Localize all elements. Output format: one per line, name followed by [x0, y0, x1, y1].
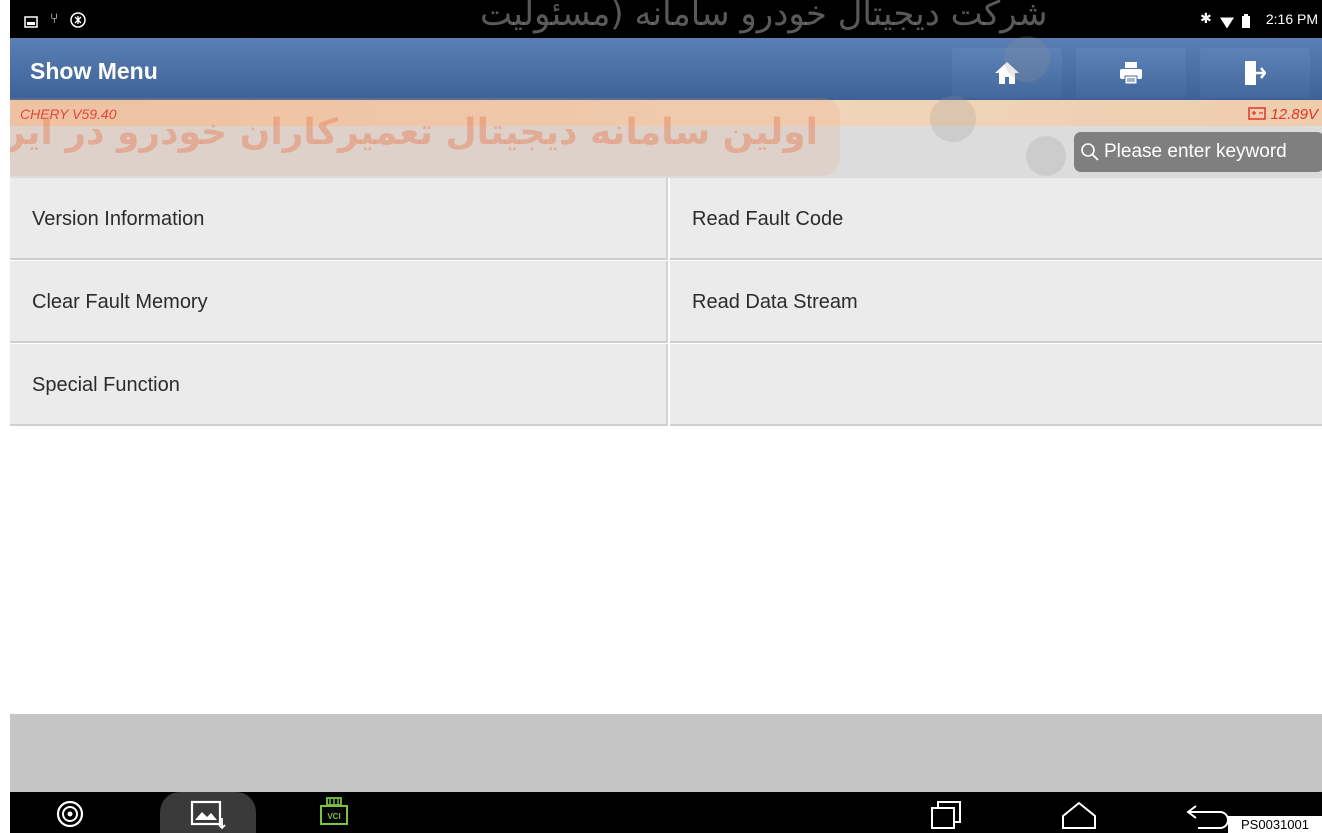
printer-icon [1120, 62, 1142, 85]
search-icon [1081, 143, 1099, 161]
menu-item-version-information[interactable]: Version Information [10, 178, 668, 260]
app-frame: ⑂ ✱ 2:16 PM Show Menu CHERY V59.40 12.89… [10, 0, 1322, 833]
search-input[interactable]: Please enter keyword [1074, 132, 1322, 172]
exit-icon [1245, 61, 1266, 85]
watermark-text: اولین سامانه دیجیتال تعمیرکاران خودرو در… [10, 112, 818, 153]
car-tire-icon[interactable] [56, 800, 84, 828]
gallery-icon[interactable] [190, 800, 226, 830]
menu-item-empty [670, 344, 1322, 426]
bug-notification-icon [70, 12, 86, 28]
watermark-shape [1026, 136, 1066, 176]
watermark-shape [930, 96, 976, 142]
title-bar: Show Menu [10, 38, 1322, 100]
menu-grid: Version Information Read Fault Code Clea… [10, 178, 1322, 426]
page-title: Show Menu [30, 58, 158, 84]
vci-icon[interactable]: VCI [318, 796, 350, 828]
menu-item-read-data-stream[interactable]: Read Data Stream [670, 261, 1322, 343]
watermark-banner: اولین سامانه دیجیتال تعمیرکاران خودرو در… [10, 98, 840, 176]
wifi-icon [1220, 17, 1234, 29]
home-nav-icon[interactable] [1060, 800, 1098, 830]
menu-item-special-function[interactable]: Special Function [10, 344, 668, 426]
bluetooth-icon: ✱ [1200, 10, 1212, 26]
print-button[interactable] [1076, 48, 1186, 98]
usb-icon: ⑂ [50, 10, 59, 26]
screenshot-notification-icon [24, 16, 38, 28]
bottom-panel [10, 714, 1322, 792]
recent-apps-icon[interactable] [930, 800, 964, 830]
battery-voltage: 12.89V [1270, 106, 1318, 123]
watermark-shape [1004, 36, 1050, 82]
clock: 2:16 PM [1265, 11, 1318, 27]
menu-item-read-fault-code[interactable]: Read Fault Code [670, 178, 1322, 260]
navigation-bar: VCI [10, 792, 1322, 833]
content-area [10, 426, 1322, 714]
figure-code: PS0031001 [1228, 816, 1322, 833]
vci-label: VCI [327, 812, 340, 821]
back-icon[interactable] [1186, 800, 1230, 830]
battery-status-icon [1242, 14, 1250, 28]
menu-item-clear-fault-memory[interactable]: Clear Fault Memory [10, 261, 668, 343]
watermark-text: شرکت دیجیتال خودرو سامانه (مسئولیت [480, 0, 1048, 34]
exit-button[interactable] [1200, 48, 1310, 98]
battery-icon [1248, 107, 1266, 120]
